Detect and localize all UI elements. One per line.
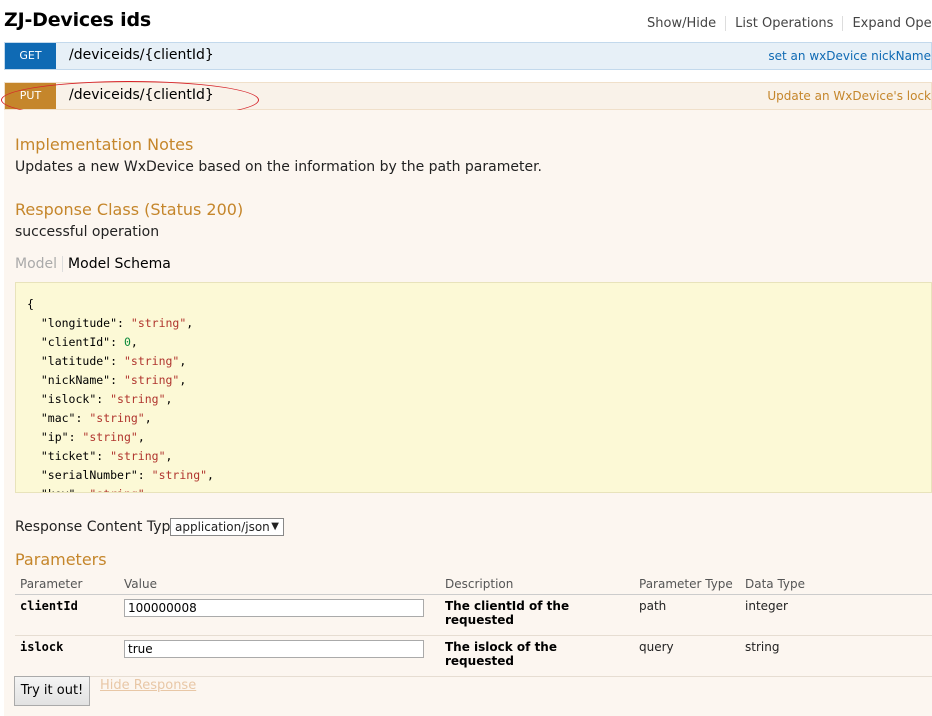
param-type: query [634,635,740,677]
model-tabs: Model Model Schema [15,256,171,272]
get-summary[interactable]: set an wxDevice nickName [768,49,931,63]
schema-field-line: "key": "string" [27,485,214,492]
expand-operations-link[interactable]: Expand Operations [843,16,932,31]
put-path[interactable]: /deviceids/{clientId} [69,87,214,103]
schema-field-key: "islock" [40,392,97,406]
resource-title[interactable]: ZJ-Devices ids [4,9,151,31]
get-operation-bar[interactable]: GET /deviceids/{clientId} set an wxDevic… [4,42,932,70]
schema-field-line: "islock": "string", [40,392,173,406]
tab-model-schema[interactable]: Model Schema [63,256,171,272]
tab-model[interactable]: Model [15,256,64,272]
schema-field-value: "string" [123,373,180,387]
get-path[interactable]: /deviceids/{clientId} [69,47,214,63]
parameters-table: Parameter Value Description Parameter Ty… [15,574,932,677]
param-name: islock [15,635,119,677]
schema-field-value: 0 [123,335,131,349]
param-data-type: string [740,635,932,677]
schema-field-key: "ticket" [40,449,97,463]
list-operations-link[interactable]: List Operations [726,16,844,31]
model-schema-box[interactable]: { "longitude": "string", "clientId": 0, … [15,282,932,493]
put-summary[interactable]: Update an WxDevice's lock [767,89,931,103]
schema-field-value: "string" [130,316,187,330]
islock-input[interactable] [124,640,424,658]
schema-field-value: "string" [151,468,208,482]
col-description: Description [440,574,634,595]
put-operation-body: Implementation Notes Updates a new WxDev… [4,110,932,716]
param-value-cell [119,635,440,677]
schema-field-value: "string" [123,354,180,368]
response-content-type-select[interactable]: application/json ▼ [170,518,284,536]
table-row: clientId The clientId of the requested p… [15,594,932,636]
col-parameter: Parameter [15,574,119,595]
param-description: The clientId of the requested [440,594,634,636]
param-description: The islock of the requested [440,635,634,677]
schema-field-line: "mac": "string", [40,411,152,425]
clientid-input[interactable] [124,599,424,617]
try-it-out-button[interactable]: Try it out! [14,676,90,706]
show-hide-link[interactable]: Show/Hide [638,16,727,31]
schema-field-value: "string" [89,411,145,425]
response-class-text: successful operation [15,224,160,240]
schema-field-line: "longitude": "string", [40,316,194,330]
param-value-cell [119,594,440,636]
col-value: Value [119,574,440,595]
schema-field-line: "ticket": "string", [40,449,173,463]
put-method-badge[interactable]: PUT [5,83,56,109]
schema-field-key: "mac" [40,411,76,425]
implementation-notes-text: Updates a new WxDevice based on the info… [15,159,542,175]
schema-field-value: "string" [82,430,138,444]
param-name: clientId [15,594,119,636]
dropdown-arrow-icon: ▼ [271,521,279,532]
parameters-heading: Parameters [15,550,107,569]
schema-field-key: "key" [41,487,76,492]
schema-field-key: "nickName" [40,373,111,387]
schema-field-key: "ip" [40,430,69,444]
model-schema-code: { "longitude": "string", "clientId": 0, … [27,295,214,492]
param-type: path [634,594,740,636]
hide-response-link[interactable]: Hide Response [100,678,196,693]
resource-header: ZJ-Devices ids Show/Hide List Operations E… [0,0,932,42]
schema-open-brace: { [27,297,34,311]
col-parameter-type: Parameter Type [634,574,740,595]
schema-field-line: "serialNumber": "string", [40,468,214,482]
resource-links: Show/HideList OperationsExpand Operation… [638,16,932,31]
response-class-heading: Response Class (Status 200) [15,200,244,219]
schema-field-key: "latitude" [40,354,111,368]
implementation-notes-heading: Implementation Notes [15,135,194,154]
schema-field-line: "clientId": 0, [40,335,138,349]
get-method-badge[interactable]: GET [5,43,56,69]
schema-field-key: "longitude" [40,316,118,330]
table-row: islock The islock of the requested query… [15,635,932,677]
schema-field-value: "string" [110,449,166,463]
schema-field-line: "ip": "string", [40,430,145,444]
response-content-type-label: Response Content Type [15,519,179,535]
response-content-type-value: application/json [175,520,270,534]
schema-field-value: "string" [89,487,144,492]
schema-field-key: "clientId" [40,335,111,349]
schema-field-value: "string" [110,392,166,406]
parameters-header-row: Parameter Value Description Parameter Ty… [15,574,932,595]
put-operation-bar[interactable]: PUT /deviceids/{clientId} Update an WxDe… [4,82,932,110]
col-data-type: Data Type [740,574,932,595]
schema-field-line: "latitude": "string", [40,354,187,368]
schema-field-line: "nickName": "string", [40,373,187,387]
schema-field-key: "serialNumber" [40,468,138,482]
param-data-type: integer [740,594,932,636]
